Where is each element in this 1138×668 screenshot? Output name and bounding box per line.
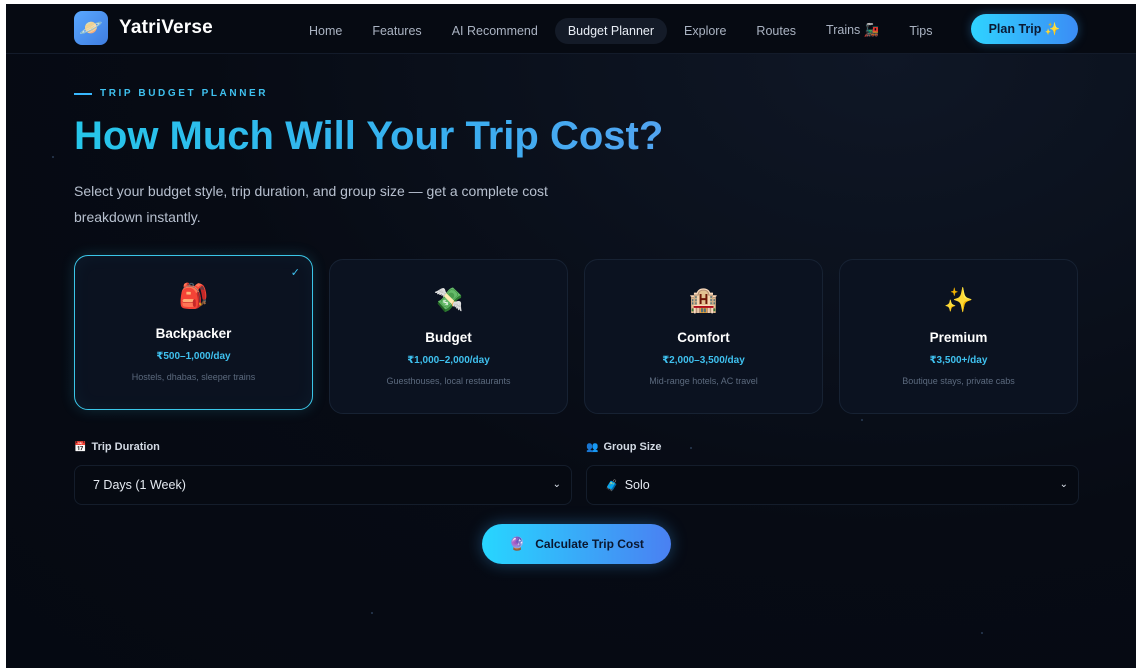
brand-logo[interactable]: 🪐 YatriVerse: [74, 11, 213, 45]
eyebrow-text: TRIP BUDGET PLANNER: [100, 88, 269, 99]
card-price: ₹1,000–2,000/day: [407, 355, 490, 366]
check-icon: ✓: [290, 267, 300, 279]
group-size-label-text: Group Size: [603, 441, 662, 453]
page-title: How Much Will Your Trip Cost?: [74, 112, 774, 160]
card-title: Backpacker: [155, 326, 232, 341]
app-window: 🪐 YatriVerse Home Features AI Recommend …: [6, 4, 1136, 668]
trip-duration-label-text: Trip Duration: [91, 441, 160, 453]
budget-card-budget[interactable]: 💸 Budget ₹1,000–2,000/day Guesthouses, l…: [329, 259, 568, 414]
hotel-icon: 🏨: [688, 287, 719, 314]
background-star: [52, 156, 54, 158]
sparkles-icon: ✨: [943, 287, 974, 314]
card-title: Budget: [425, 330, 472, 345]
nav-item-tips[interactable]: Tips: [896, 18, 945, 44]
nav-item-budget-planner[interactable]: Budget Planner: [554, 17, 668, 44]
card-price: ₹2,000–3,500/day: [662, 355, 745, 366]
budget-card-premium[interactable]: ✨ Premium ₹3,500+/day Boutique stays, pr…: [839, 259, 1078, 414]
group-size-select[interactable]: 🧳 Solo ⌄: [586, 465, 1079, 505]
card-description: Hostels, dhabas, sleeper trains: [131, 372, 256, 382]
card-title: Comfort: [677, 330, 730, 345]
card-price: ₹500–1,000/day: [156, 351, 231, 362]
section-eyebrow: TRIP BUDGET PLANNER: [74, 88, 268, 99]
card-title: Premium: [929, 330, 988, 345]
nav-item-explore[interactable]: Explore: [671, 18, 739, 44]
brand-name: YatriVerse: [119, 17, 213, 38]
backpack-icon: 🎒: [178, 283, 209, 310]
budget-card-comfort[interactable]: 🏨 Comfort ₹2,000–3,500/day Mid-range hot…: [584, 259, 823, 414]
top-nav: 🪐 YatriVerse Home Features AI Recommend …: [6, 4, 1136, 54]
crystal-ball-icon: 🔮: [509, 536, 526, 551]
card-description: Mid-range hotels, AC travel: [649, 376, 758, 386]
nav-links: Home Features AI Recommend Budget Planne…: [296, 17, 950, 44]
group-size-value: Solo: [624, 478, 650, 492]
page-subtitle: Select your budget style, trip duration,…: [74, 183, 548, 225]
plan-trip-button[interactable]: Plan Trip ✨: [971, 14, 1078, 44]
trip-duration-value: 7 Days (1 Week): [93, 478, 186, 492]
trip-duration-label: 📅 Trip Duration: [74, 441, 160, 453]
money-icon: 💸: [433, 287, 464, 314]
people-icon: 👥: [586, 441, 599, 453]
card-price: ₹3,500+/day: [929, 355, 988, 366]
background-star: [690, 447, 692, 449]
budget-card-backpacker[interactable]: ✓ 🎒 Backpacker ₹500–1,000/day Hostels, d…: [74, 255, 313, 410]
nav-item-ai-recommend[interactable]: AI Recommend: [439, 18, 551, 44]
background-star: [371, 612, 373, 614]
trip-duration-select[interactable]: 7 Days (1 Week) ⌄: [74, 465, 572, 505]
nav-item-features[interactable]: Features: [359, 18, 434, 44]
chevron-down-icon: ⌄: [552, 479, 561, 490]
background-star: [861, 419, 863, 421]
nav-item-trains[interactable]: Trains 🚂: [813, 17, 892, 44]
calculate-label: Calculate Trip Cost: [535, 537, 644, 551]
card-description: Boutique stays, private cabs: [902, 376, 1015, 386]
group-size-label: 👥 Group Size: [586, 441, 662, 453]
eyebrow-line: [74, 92, 92, 95]
calendar-icon: 📅: [74, 441, 87, 453]
nav-item-routes[interactable]: Routes: [743, 18, 809, 44]
person-icon: 🧳: [605, 479, 619, 492]
card-description: Guesthouses, local restaurants: [386, 376, 511, 386]
nav-item-home[interactable]: Home: [296, 18, 355, 44]
planet-icon: 🪐: [74, 11, 108, 45]
calculate-trip-cost-button[interactable]: 🔮 Calculate Trip Cost: [482, 524, 671, 564]
chevron-down-icon: ⌄: [1059, 479, 1068, 490]
background-star: [981, 632, 983, 634]
